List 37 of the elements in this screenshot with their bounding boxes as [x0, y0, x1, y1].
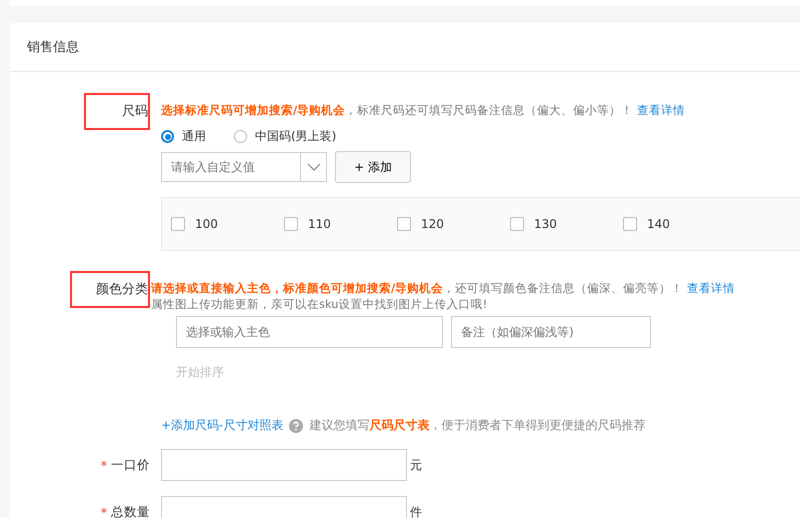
- help-icon: [289, 418, 304, 432]
- details-link[interactable]: 查看详情: [687, 281, 736, 296]
- size-option[interactable]: 120: [397, 217, 510, 231]
- field-label: 总数量: [111, 504, 150, 518]
- required-mark: *: [100, 504, 107, 518]
- input-field[interactable]: [161, 449, 407, 481]
- field-label: 一口价: [111, 456, 150, 474]
- add-button[interactable]: + 添加: [335, 151, 411, 183]
- size-option[interactable]: 130: [510, 217, 623, 231]
- size-option[interactable]: 100: [171, 217, 284, 231]
- field-label: 颜色分类: [70, 271, 150, 308]
- checkbox[interactable]: [171, 217, 185, 231]
- note-text: 属性图上传功能更新，亲可以在sku设置中找到图片上传入口哦!: [151, 297, 488, 312]
- size-option[interactable]: 110: [284, 217, 397, 231]
- radio-option[interactable]: 通用: [161, 128, 206, 145]
- checkbox[interactable]: [623, 217, 637, 231]
- checkbox[interactable]: [284, 217, 298, 231]
- tip-text: 建议您填写尺码尺寸表，便于消费者下单得到更便捷的尺码推荐: [309, 417, 646, 434]
- remark-field[interactable]: 备注（如偏深偏浅等): [451, 316, 651, 348]
- unit-label: 元: [410, 456, 422, 474]
- radio-button[interactable]: [234, 130, 247, 143]
- size-option[interactable]: 140: [623, 217, 736, 231]
- radio-button[interactable]: [161, 130, 174, 143]
- radio-option[interactable]: 中国码(男上装): [234, 128, 336, 145]
- section-title: 销售信息: [27, 39, 79, 56]
- unit-label: 件: [410, 504, 422, 518]
- hint-text: 请选择或直接输入主色，标准颜色可增加搜索/导购机会，还可填写颜色备注信息（偏深、偏亮等）！: [151, 281, 684, 296]
- checkbox[interactable]: [510, 217, 524, 231]
- size-chart-link[interactable]: +添加尺码-尺寸对照表: [161, 417, 284, 434]
- custom-value-combobox[interactable]: 请输入自定义值: [161, 152, 327, 182]
- hint-text: 选择标准尺码可增加搜索/导购机会，标准尺码还可填写尺码备注信息（偏大、偏小等）！: [161, 103, 634, 118]
- checkbox[interactable]: [397, 217, 411, 231]
- details-link[interactable]: 查看详情: [637, 103, 686, 118]
- field-label: 尺码: [84, 93, 150, 130]
- caret-icon: [306, 163, 320, 171]
- required-mark: *: [100, 458, 107, 472]
- main-color-field[interactable]: 选择或输入主色: [176, 316, 443, 348]
